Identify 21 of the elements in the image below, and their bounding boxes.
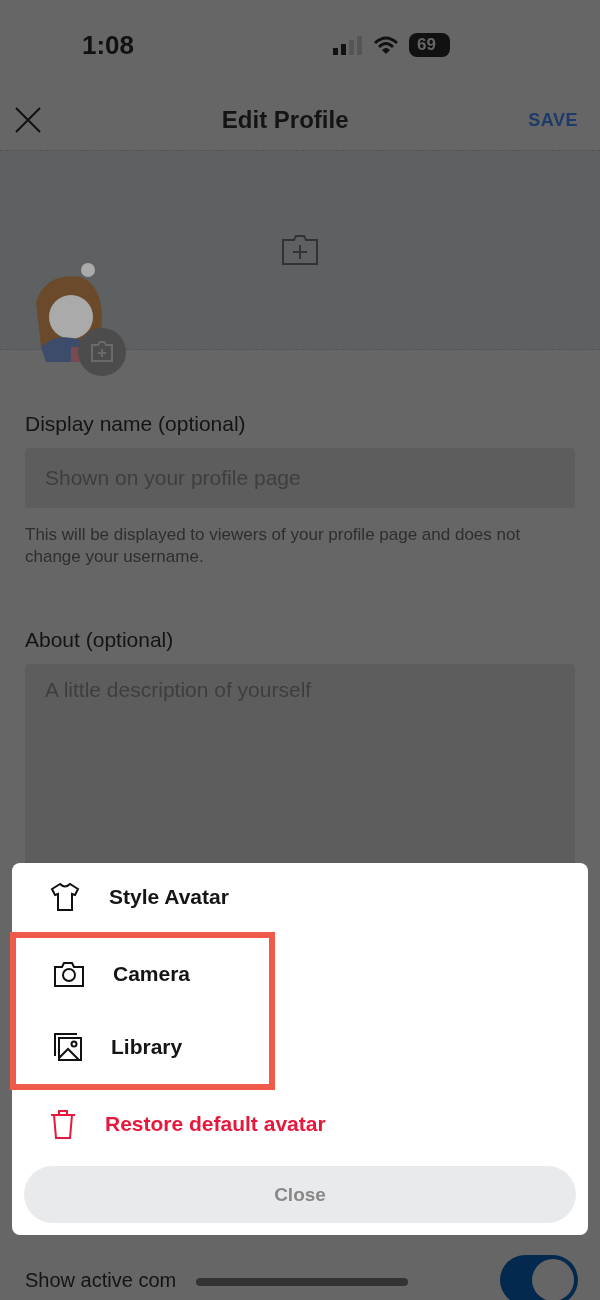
add-photo-icon [90, 341, 114, 363]
wifi-icon [373, 35, 400, 55]
toggle-switch[interactable] [500, 1255, 578, 1300]
menu-item[interactable]: Camera [28, 937, 257, 1011]
signal-icon [333, 35, 364, 55]
avatar-edit-button[interactable] [78, 328, 126, 376]
field-label: Display name (optional) [25, 412, 247, 436]
help-text: This will be displayed to viewers of your profile page and does not change your username. [25, 524, 522, 568]
trash-icon [49, 1108, 77, 1141]
menu-item[interactable]: Library [28, 1010, 257, 1084]
shirt-icon [49, 882, 81, 913]
status-time: 1:08 [82, 29, 135, 61]
image-gallery-icon [53, 1032, 83, 1063]
camera-icon [53, 960, 85, 989]
add-photo-icon[interactable] [281, 234, 319, 266]
menu-item[interactable]: Restore default avatar [24, 1089, 576, 1159]
toggle-label: Show active com [25, 1268, 177, 1292]
field-label: About (optional) [25, 628, 175, 652]
battery-level: 69 [409, 33, 450, 57]
close-icon[interactable] [14, 106, 42, 134]
screen-title: Edit Profile [221, 106, 349, 134]
